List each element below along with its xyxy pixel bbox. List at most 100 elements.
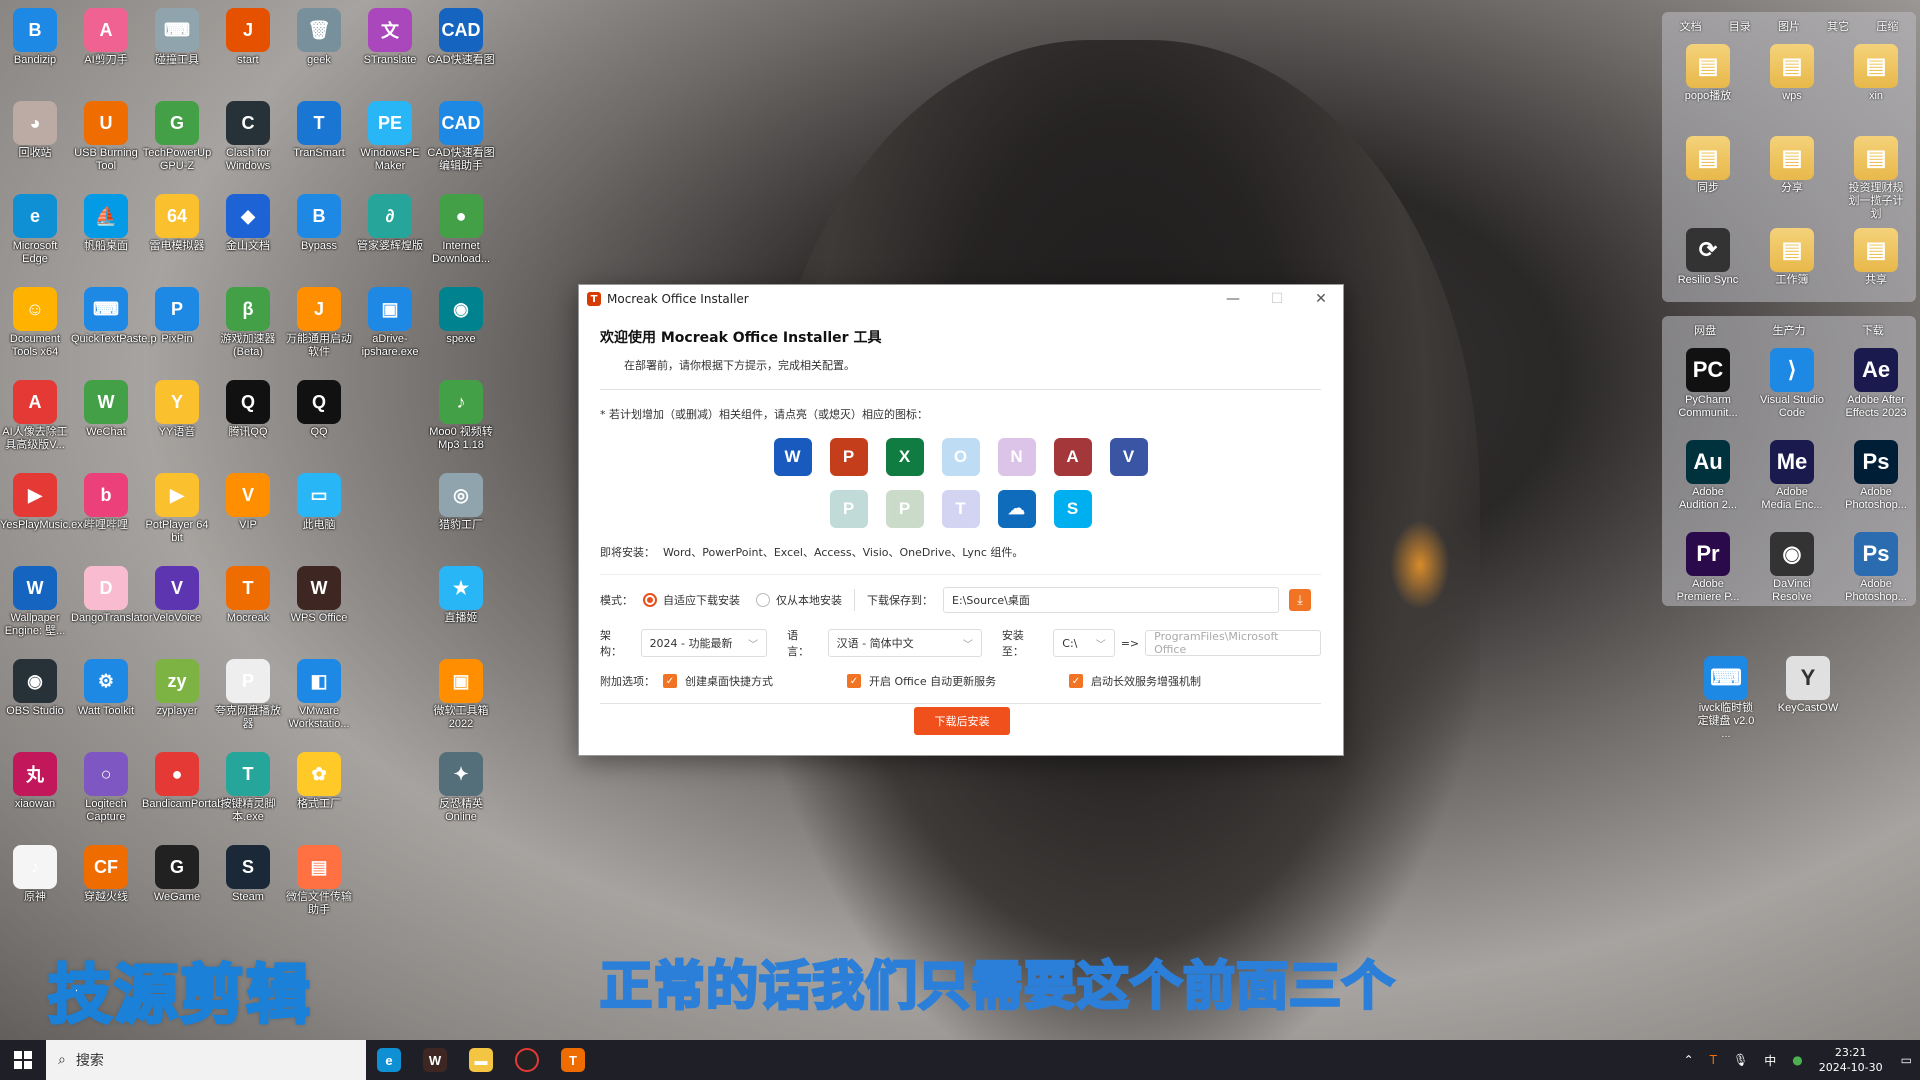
long-service-checkbox[interactable]: ✓ <box>1069 674 1083 688</box>
desktop-icon[interactable]: ◆ 金山文档 <box>213 190 283 278</box>
desktop-icon[interactable]: ✦ 反恐精英Online <box>426 748 496 836</box>
fences-tab[interactable]: 目录 <box>1729 18 1751 34</box>
fences-item[interactable]: ⟩ Visual Studio Code <box>1760 348 1824 420</box>
taskbar-search[interactable]: ⌕ 搜索 <box>46 1040 366 1080</box>
auto-update-checkbox[interactable]: ✓ <box>847 674 861 688</box>
shortcut-option-label[interactable]: 创建桌面快捷方式 <box>685 673 847 689</box>
chevron-up-icon[interactable]: ⌃ <box>1684 1053 1694 1067</box>
desktop-icon[interactable]: Q 腾讯QQ <box>213 376 283 464</box>
fences-item[interactable]: ▤ 共享 <box>1844 228 1908 287</box>
long-service-option-label[interactable]: 启动长效服务增强机制 <box>1091 673 1201 689</box>
fences-tabs[interactable]: 文档 目录 图片 其它 压缩 <box>1662 12 1916 38</box>
onenote-icon[interactable]: N <box>997 438 1036 476</box>
download-folder-icon[interactable]: ⤓ <box>1289 589 1311 611</box>
desktop-icon[interactable]: 丸 xiaowan <box>0 748 70 836</box>
desktop-icon[interactable]: 文 STranslate <box>355 4 425 92</box>
skype-icon[interactable]: S <box>1053 490 1092 528</box>
taskbar-wps[interactable]: W <box>412 1040 458 1080</box>
fences-item[interactable]: ▤ xin <box>1844 44 1908 103</box>
ime-indicator[interactable]: 中 <box>1764 1052 1776 1069</box>
desktop-icon[interactable]: ▣ 微软工具箱2022 <box>426 655 496 743</box>
drive-select[interactable]: C:\ ﹀ <box>1053 629 1115 657</box>
shortcut-checkbox[interactable]: ✓ <box>663 674 677 688</box>
desktop-icon[interactable]: ◧ VMware Workstatio... <box>284 655 354 743</box>
desktop-icon[interactable]: ♪ Moo0 视频转Mp3 1.18 <box>426 376 496 464</box>
mode-adaptive-label[interactable]: 自适应下载安装 <box>663 592 740 608</box>
taskbar-mocreak[interactable]: T <box>550 1040 596 1080</box>
desktop-icon[interactable]: W WeChat <box>71 376 141 464</box>
desktop-icon[interactable]: β 游戏加速器(Beta) <box>213 283 283 371</box>
desktop-icon[interactable]: 🗑 geek <box>284 4 354 92</box>
desktop-icon[interactable]: J 万能通用启动软件 <box>284 283 354 371</box>
taskbar-explorer[interactable]: ▬ <box>458 1040 504 1080</box>
desktop-icon[interactable]: ○ Logitech Capture <box>71 748 141 836</box>
desktop-icon[interactable]: ⛵ 帆船桌面 <box>71 190 141 278</box>
fences-tab[interactable]: 压缩 <box>1876 18 1898 34</box>
fences-item[interactable]: ▤ popo播放 <box>1676 44 1740 103</box>
desktop-icon[interactable]: CAD CAD快速看图 <box>426 4 496 92</box>
maximize-button[interactable]: ☐ <box>1255 285 1299 313</box>
desktop-icon[interactable]: Jstart <box>213 4 283 92</box>
desktop-icon[interactable]: A AI剪刀手 <box>71 4 141 92</box>
desktop-icon[interactable]: ▶ YesPlayMusic.exe <box>0 469 89 557</box>
fences-item[interactable]: ▤ 分享 <box>1760 136 1824 195</box>
desktop-icon[interactable]: C Clash for Windows <box>213 97 283 185</box>
desktop-icon[interactable]: ✿ 格式工厂 <box>284 748 354 836</box>
fences-item[interactable]: ▤ 同步 <box>1676 136 1740 195</box>
arch-select[interactable]: 2024 - 功能最新 ﹀ <box>640 629 768 657</box>
start-button[interactable] <box>0 1040 46 1080</box>
access-icon[interactable]: A <box>1053 438 1092 476</box>
notification-icon[interactable]: ▭ <box>1901 1053 1912 1067</box>
fences-tab[interactable]: 其它 <box>1827 18 1849 34</box>
desktop-icon[interactable]: ★ 直播姬 <box>426 562 496 650</box>
desktop-icon[interactable]: V VIP <box>213 469 283 557</box>
desktop-icon[interactable]: b 哔哩哔哩 <box>71 469 141 557</box>
visio-icon[interactable]: V <box>1109 438 1148 476</box>
fences-item[interactable]: ⟳ Resilio Sync <box>1676 228 1740 287</box>
fences-tab[interactable]: 下载 <box>1862 322 1884 338</box>
desktop-icon[interactable]: ⌨ 碰撞工具 <box>142 4 212 92</box>
desktop-icon[interactable]: B Bypass <box>284 190 354 278</box>
taskbar-edge[interactable]: e <box>366 1040 412 1080</box>
desktop-icon[interactable]: ◉ OBS Studio <box>0 655 70 743</box>
desktop-icon[interactable]: ▣ aDrive-ipshare.exe <box>355 283 425 371</box>
mocreak-tray-icon[interactable]: T <box>1710 1053 1717 1067</box>
teams-icon[interactable]: T <box>941 490 980 528</box>
desktop-icon[interactable]: zy zyplayer <box>142 655 212 743</box>
desktop-icon[interactable]: ⚙ Watt Toolkit <box>71 655 141 743</box>
mode-local-label[interactable]: 仅从本地安装 <box>776 592 842 608</box>
fences-item[interactable]: Ps Adobe Photoshop... <box>1844 440 1908 512</box>
fences-tab[interactable]: 文档 <box>1680 18 1702 34</box>
desktop-icon[interactable]: 64 雷电模拟器 <box>142 190 212 278</box>
desktop-icon[interactable]: Y KeyCastOW <box>1776 656 1840 715</box>
fences-item[interactable]: ▤ 工作簿 <box>1760 228 1824 287</box>
desktop-icon[interactable]: CF 穿越火线 <box>71 841 141 929</box>
desktop-icon[interactable]: P PixPin <box>142 283 212 371</box>
fences-item[interactable]: ▤ 投资理财规划一揽子计划 <box>1844 136 1908 221</box>
desktop-icon[interactable]: ▤ 微信文件传输助手 <box>284 841 354 929</box>
taskbar-recorder[interactable] <box>504 1040 550 1080</box>
download-install-button[interactable]: 下载后安装 <box>914 707 1010 735</box>
desktop-icon[interactable]: ☺ Document Tools x64 <box>0 283 70 371</box>
desktop-icon[interactable]: ● Internet Download... <box>426 190 496 278</box>
desktop-icon[interactable]: CAD CAD快速看图编辑助手 <box>426 97 496 185</box>
clock[interactable]: 23:21 2024-10-30 <box>1819 1045 1883 1075</box>
desktop-icon[interactable]: W Wallpaper Engine: 壁... <box>0 562 70 650</box>
auto-update-option-label[interactable]: 开启 Office 自动更新服务 <box>869 673 1069 689</box>
fences-item[interactable]: Ps Adobe Photoshop... <box>1844 532 1908 604</box>
mode-adaptive-radio[interactable] <box>643 593 657 607</box>
desktop-icon[interactable]: T 按键精灵脚本.exe <box>213 748 283 836</box>
desktop-icon[interactable]: PE WindowsPE Maker <box>355 97 425 185</box>
fences-item[interactable]: Ae Adobe After Effects 2023 <box>1844 348 1908 420</box>
desktop-icon[interactable]: P 夸克网盘播放器 <box>213 655 283 743</box>
desktop-icon[interactable]: ⌨ iwck临时锁定键盘 v2.0 ... <box>1694 656 1758 741</box>
desktop-icon[interactable]: Y YY语音 <box>142 376 212 464</box>
desktop-icon[interactable]: Q QQ <box>284 376 354 464</box>
desktop-icon[interactable]: G WeGame <box>142 841 212 929</box>
fences-item[interactable]: ▤ wps <box>1760 44 1824 103</box>
desktop-icon[interactable]: e Microsoft Edge <box>0 190 70 278</box>
desktop-icon[interactable]: A AI人像去除工具高级版V... <box>0 376 70 464</box>
desktop-icon[interactable]: U USB Burning Tool <box>71 97 141 185</box>
fences-item[interactable]: Pr Adobe Premiere P... <box>1676 532 1740 604</box>
fences-item[interactable]: ◉ DaVinci Resolve <box>1760 532 1824 604</box>
